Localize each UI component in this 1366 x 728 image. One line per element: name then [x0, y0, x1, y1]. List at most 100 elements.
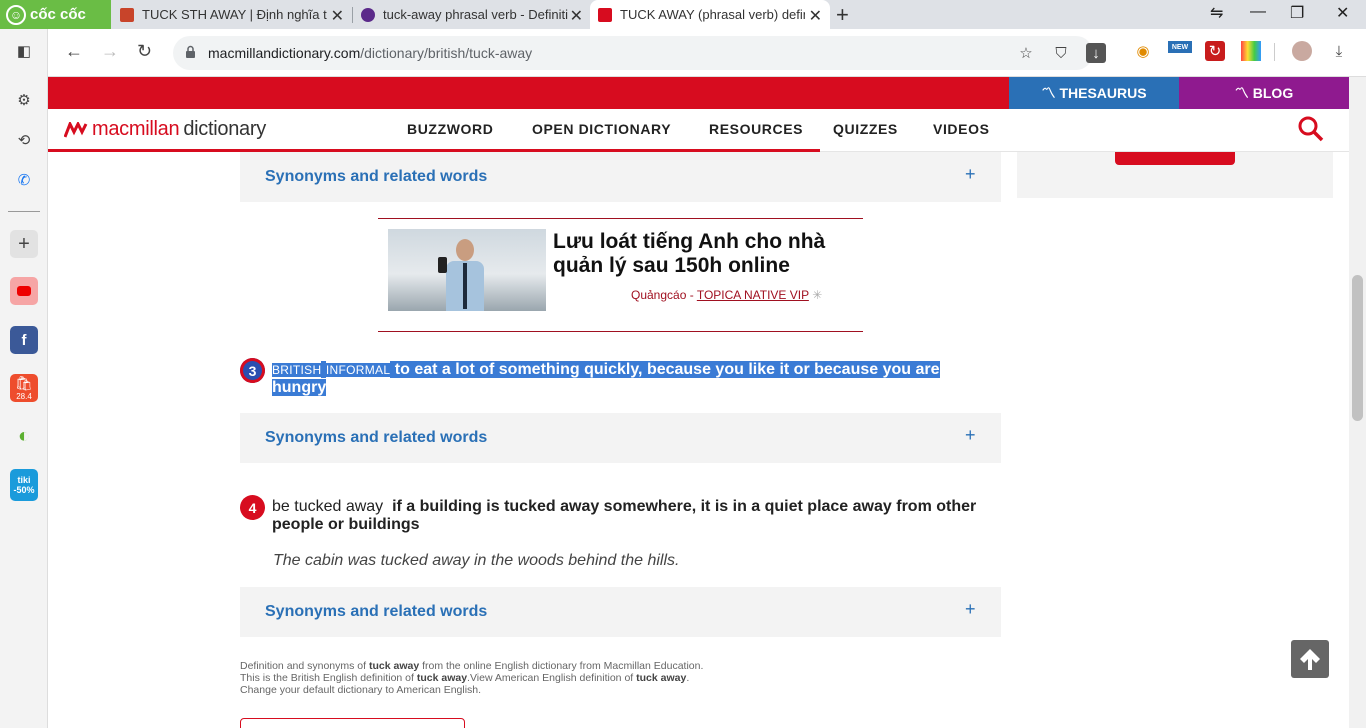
back-button[interactable]: ← — [65, 41, 83, 62]
restore-button[interactable]: ❐ — [1290, 3, 1304, 23]
tag-british[interactable]: BRITISH — [272, 363, 322, 377]
sidebar-toggle-icon[interactable]: ◧ — [10, 37, 38, 65]
footer-text: . — [686, 672, 690, 684]
tab-tuck-sth-away[interactable]: TUCK STH AWAY | Định nghĩa trong ✕ — [112, 0, 352, 29]
tab-title: tuck-away phrasal verb - Definition — [383, 7, 568, 22]
expand-plus-icon[interactable]: + — [965, 164, 976, 185]
nav-videos[interactable]: VIDEOS — [933, 121, 990, 137]
footer-text: This is the British English definition o… — [240, 672, 417, 684]
extension-red-icon[interactable]: ↻ — [1205, 41, 1225, 61]
url-path: /dictionary/british/tuck-away — [360, 45, 533, 61]
history-icon[interactable]: ⟲ — [10, 126, 38, 154]
expand-plus-icon[interactable]: + — [965, 599, 976, 620]
new-tab-button[interactable]: + — [836, 2, 849, 28]
address-bar[interactable]: macmillandictionary.com/dictionary/briti… — [173, 36, 1106, 70]
bottom-outlined-button[interactable] — [240, 718, 465, 728]
nav-open-dictionary[interactable]: OPEN DICTIONARY — [532, 121, 671, 137]
oxford-favicon-icon — [361, 7, 375, 22]
ad-source-prefix: Quảngcáo - — [631, 288, 697, 302]
forward-button[interactable]: → — [101, 41, 119, 62]
footer-text: from the online English dictionary from … — [419, 660, 704, 672]
tab-strip: ☺ cốc cốc TUCK STH AWAY | Định nghĩa tro… — [0, 0, 1366, 29]
sense-number-3: 3 — [240, 358, 265, 383]
sense-4-example: The cabin was tucked away in the woods b… — [273, 552, 680, 569]
blog-m-icon: 〽 — [1234, 85, 1249, 101]
ad-image[interactable] — [388, 229, 546, 311]
downloads-icon[interactable]: ⤓ — [1329, 41, 1349, 61]
close-tab-icon[interactable]: ✕ — [570, 6, 583, 26]
expand-plus-icon[interactable]: + — [965, 425, 976, 446]
ad-phone-figure — [438, 257, 447, 273]
close-tab-icon[interactable]: ✕ — [331, 6, 344, 26]
thesaurus-label: THESAURUS — [1059, 85, 1147, 101]
change-dictionary-link[interactable]: Change your default dictionary to Americ… — [240, 684, 703, 696]
add-app-icon[interactable]: + — [10, 230, 38, 258]
url-text[interactable]: macmillandictionary.com/dictionary/briti… — [208, 45, 532, 61]
nav-resources[interactable]: RESOURCES — [709, 121, 803, 137]
ad-title[interactable]: Lưu loát tiếng Anh cho nhà quản lý sau 1… — [553, 230, 853, 278]
thesaurus-link[interactable]: 〽 THESAURUS — [1009, 77, 1179, 109]
tab-title: TUCK AWAY (phrasal verb) definition — [620, 7, 805, 22]
sidebar-red-button[interactable] — [1115, 152, 1235, 165]
sense-number-4: 4 — [240, 495, 265, 520]
ad-person-figure — [446, 239, 484, 311]
browser-toolbar: ← → ↻ macmillandictionary.com/dictionary… — [48, 29, 1366, 77]
facebook-icon[interactable]: f — [10, 326, 38, 354]
shopee-badge: 28.4 — [16, 392, 32, 401]
nav-quizzes[interactable]: QUIZZES — [833, 121, 898, 137]
synonyms-panel-4[interactable]: Synonyms and related words + — [240, 587, 1001, 637]
extension-color-icon[interactable] — [1241, 41, 1261, 61]
shield-icon[interactable]: ⛉ — [1051, 43, 1071, 63]
messenger-icon[interactable]: ✆ — [10, 166, 38, 194]
synonyms-label: Synonyms and related words — [265, 429, 488, 446]
site-top-bar — [48, 77, 1009, 109]
profile-avatar[interactable] — [1292, 41, 1312, 61]
synonyms-label: Synonyms and related words — [265, 603, 488, 620]
bookmark-star-icon[interactable]: ☆ — [1016, 43, 1036, 63]
tab-tuck-away-oxford[interactable]: tuck-away phrasal verb - Definition ✕ — [353, 0, 591, 29]
extension-chrome-icon[interactable]: ◉ — [1133, 41, 1153, 61]
sense-3-definition[interactable]: BRITISH INFORMAL to eat a lot of somethi… — [272, 361, 952, 397]
american-definition-link[interactable]: .View American English definition of — [467, 672, 636, 684]
macmillan-logo[interactable]: macmillan dictionary — [64, 118, 266, 141]
close-tab-icon[interactable]: ✕ — [809, 6, 822, 26]
reload-button[interactable]: ↻ — [137, 41, 152, 62]
coccoc-search-icon[interactable]: ◐ — [10, 422, 38, 450]
tab-tuck-away-macmillan[interactable]: TUCK AWAY (phrasal verb) definition ✕ — [590, 0, 830, 29]
ad-divider-top — [378, 218, 863, 219]
nav-buzzword[interactable]: BUZZWORD — [407, 121, 493, 137]
synonyms-panel-2[interactable]: Synonyms and related words + — [240, 152, 1001, 202]
back-to-top-button[interactable] — [1291, 640, 1329, 678]
macmillan-favicon-icon — [598, 7, 612, 22]
close-window-button[interactable]: ✕ — [1336, 3, 1349, 23]
blog-label: BLOG — [1252, 85, 1294, 101]
lock-icon — [186, 45, 195, 58]
blog-link[interactable]: 〽 BLOG — [1179, 77, 1349, 109]
url-host: macmillandictionary.com — [208, 45, 361, 61]
coccoc-logo-icon: ☺ — [6, 4, 26, 25]
shopee-icon[interactable]: 🛍 28.4 — [10, 374, 38, 402]
youtube-icon[interactable] — [10, 277, 38, 305]
thesaurus-m-icon: 〽 — [1041, 85, 1056, 101]
sense-4-definition[interactable]: be tucked away if a building is tucked a… — [272, 498, 982, 534]
arrow-up-icon — [1300, 649, 1320, 670]
tag-informal[interactable]: INFORMAL — [325, 363, 391, 377]
footer-term: tuck away — [636, 672, 687, 684]
browser-brand: cốc cốc — [30, 6, 86, 23]
synonyms-panel-3[interactable]: Synonyms and related words + — [240, 413, 1001, 463]
minimize-button[interactable]: — — [1250, 3, 1266, 21]
logo-brand: macmillan — [92, 118, 180, 140]
ad-divider-bottom — [378, 331, 863, 332]
tiki-icon[interactable]: tiki -50% — [10, 469, 38, 501]
tab-search-icon[interactable]: ⇋ — [1210, 3, 1223, 23]
search-icon[interactable] — [1298, 116, 1324, 142]
ad-source-link[interactable]: TOPICA NATIVE VIP — [697, 288, 809, 302]
settings-gear-icon[interactable]: ⚙ — [10, 86, 38, 114]
tiki-discount: -50% — [13, 485, 35, 495]
coccoc-menu-button[interactable]: ☺ cốc cốc — [0, 0, 111, 29]
scrollbar-thumb[interactable] — [1352, 275, 1363, 421]
download-page-icon[interactable]: ↓ — [1086, 43, 1106, 63]
new-extension-badge[interactable]: NEW — [1168, 41, 1192, 53]
tiki-label: tiki — [17, 475, 31, 485]
definition-footer: Definition and synonyms of tuck away fro… — [240, 660, 703, 696]
